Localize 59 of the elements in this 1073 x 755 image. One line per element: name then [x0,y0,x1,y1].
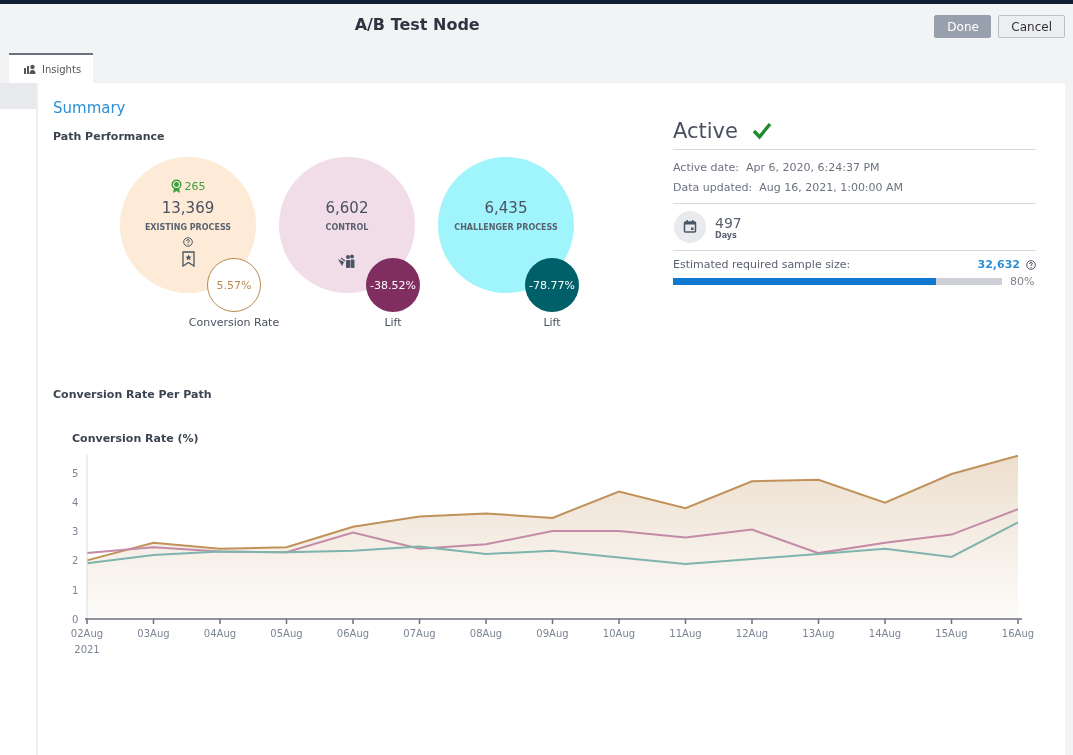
path-label: CONTROL [325,223,369,232]
people-icon [338,254,356,269]
days-label: Days [715,230,738,240]
date-label: Data updated: [673,180,753,196]
path-count: 6,435 [484,199,528,217]
help-icon [1026,259,1036,270]
axis-label: 5 [72,467,79,479]
metric-circle: -78.77% [525,258,579,312]
metric-label: Conversion Rate [188,316,280,329]
date-label: Active date: [673,160,740,176]
axis-label: 0 [72,614,79,625]
section-heading: Path Performance [53,130,166,143]
axis-label: 06Aug [336,628,370,639]
section-heading: Conversion Rate Per Path [53,388,213,401]
axis-label: 4 [72,496,79,508]
date-value: Aug 16, 2021, 1:00:00 AM [759,180,904,196]
metric-label: Lift [384,316,402,329]
axis-label: 02Aug [70,628,104,639]
progress-reading: 80% [1010,275,1035,288]
path-label: EXISTING PROCESS [144,223,232,232]
bookmark-star-icon [181,251,195,267]
award-count: 265 [184,179,206,193]
axis-label: 04Aug [203,628,237,639]
axis-label: 10Aug [602,628,636,639]
axis-title: Conversion Rate (%) [72,432,199,445]
sample-size-label: Estimated required sample size: [673,258,851,271]
axis-label: 1 [72,584,79,596]
axis-label: 11Aug [669,628,702,639]
axis-label: 07Aug [403,628,436,639]
insights-icon [24,63,36,75]
metric-circle: 5.57% [207,258,261,312]
dialog-title: A/B Test Node [353,14,481,34]
path-count: 6,602 [325,199,369,217]
path-label: CHALLENGER PROCESS [454,223,558,232]
summary-heading: Summary [53,99,127,117]
cancel-button[interactable]: Cancel [998,15,1065,38]
help-icon [183,237,193,247]
axis-label: 15Aug [935,628,968,639]
year-label: 2021 [74,644,100,655]
axis-label: 09Aug [536,628,569,639]
path-count: 13,369 [161,199,215,217]
calendar-icon [674,211,706,243]
axis-label: 16Aug [1001,628,1035,639]
axis-label: 12Aug [735,628,769,639]
axis-label: 14Aug [868,628,902,639]
axis-label: 3 [72,526,79,538]
days-count: 497 [715,214,742,231]
axis-label: 13Aug [802,628,835,639]
axis-label: 2 [72,555,79,567]
sample-size-value: 32,632 [977,258,1020,271]
status-label: Active [673,119,738,143]
insights-tab[interactable]: Insights [9,53,94,83]
metric-circle: -38.52% [366,258,420,312]
award-icon [170,179,182,193]
axis-label: 03Aug [137,628,170,639]
date-value: Apr 6, 2020, 6:24:37 PM [746,160,880,176]
axis-label: 08Aug [469,628,503,639]
metric-label: Lift [543,316,561,329]
axis-label: 05Aug [270,628,303,639]
